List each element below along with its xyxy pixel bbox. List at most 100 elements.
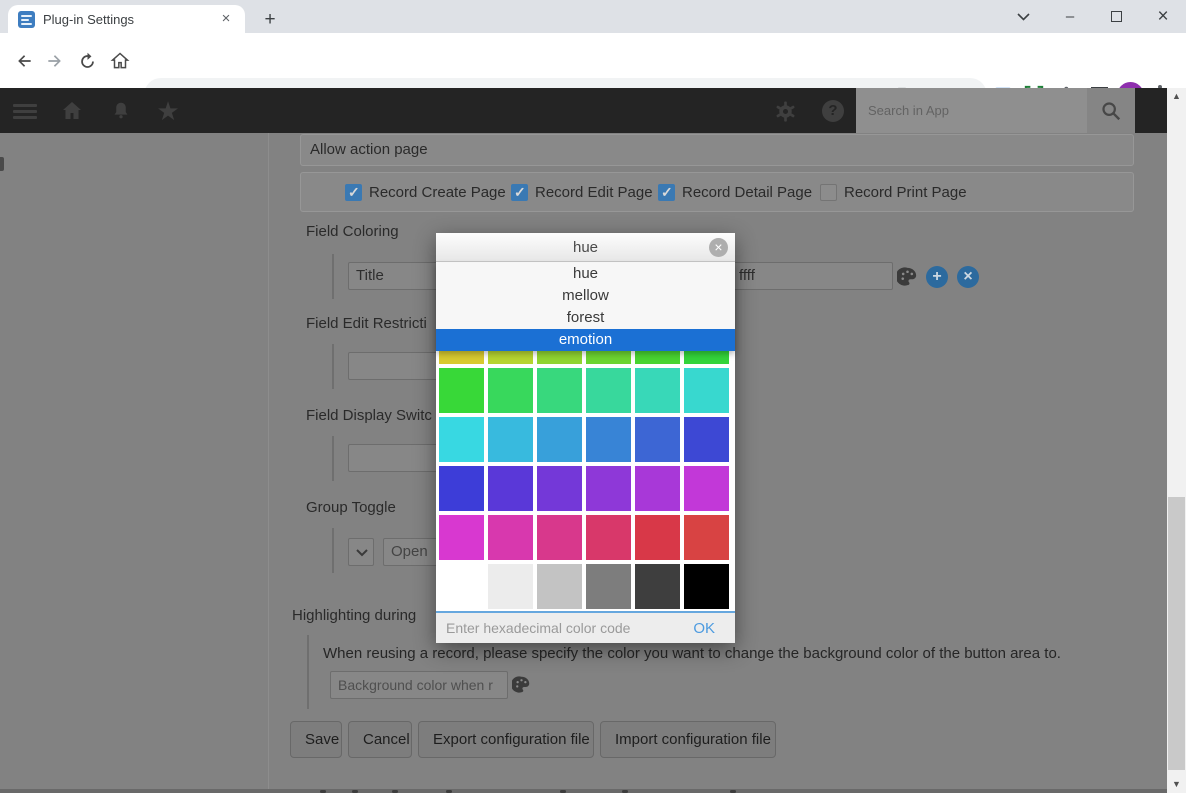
add-row-button[interactable]: + [926, 266, 948, 288]
color-swatch[interactable] [635, 368, 680, 413]
tab-title: Plug-in Settings [43, 12, 217, 27]
checkbox-icon[interactable] [345, 184, 362, 201]
forward-icon[interactable] [41, 47, 69, 75]
scrollbar-up-icon[interactable]: ▲ [1167, 88, 1186, 105]
color-swatch[interactable] [635, 417, 680, 462]
search-button[interactable] [1087, 88, 1135, 133]
preset-option-list: hue mellow forest emotion [436, 263, 735, 351]
field-coloring-label: Field Coloring [306, 223, 399, 240]
hamburger-menu-icon[interactable] [12, 98, 38, 124]
new-tab-button[interactable]: + [258, 8, 282, 32]
maximize-button[interactable] [1093, 0, 1139, 33]
color-swatch[interactable] [488, 515, 533, 560]
checkbox-icon[interactable] [511, 184, 528, 201]
ok-button[interactable]: OK [693, 620, 735, 637]
color-swatch[interactable] [439, 368, 484, 413]
color-swatch[interactable] [537, 417, 582, 462]
color-swatch[interactable] [488, 564, 533, 609]
color-swatch[interactable] [439, 466, 484, 511]
color-swatch[interactable] [537, 466, 582, 511]
highlight-color-input[interactable]: Background color when r [330, 671, 508, 699]
hex-code-input[interactable]: Enter hexadecimal color code [436, 620, 693, 636]
indent-line [332, 254, 334, 299]
page-scrollbar[interactable]: ▲ ▼ [1167, 88, 1186, 793]
app-search-input[interactable] [856, 88, 1087, 133]
help-icon[interactable]: ? [820, 98, 846, 124]
preset-option-emotion[interactable]: emotion [436, 329, 735, 351]
highlighting-description: When reusing a record, please specify th… [323, 645, 1061, 662]
color-swatch[interactable] [439, 417, 484, 462]
indent-line [332, 528, 334, 573]
checkbox-record-detail-page[interactable]: Record Detail Page [658, 184, 812, 201]
browser-toolbar: pandafirm.cybozu.com/k/admin/app/1803/pl… [0, 33, 1186, 88]
group-toggle-field-select[interactable] [348, 538, 374, 566]
color-swatch[interactable] [684, 368, 729, 413]
color-swatch[interactable] [586, 564, 631, 609]
color-swatch[interactable] [635, 466, 680, 511]
color-swatch[interactable] [537, 564, 582, 609]
browser-tab[interactable]: Plug-in Settings × [8, 5, 245, 33]
color-swatch[interactable] [537, 515, 582, 560]
checkbox-record-create-page[interactable]: Record Create Page [345, 184, 506, 201]
window-close-button[interactable]: × [1140, 0, 1186, 33]
tab-strip: Plug-in Settings × + – × [0, 0, 1186, 33]
color-swatch[interactable] [586, 515, 631, 560]
color-picker-title: hue [436, 233, 735, 262]
portal-home-icon[interactable] [59, 98, 85, 124]
back-icon[interactable] [10, 47, 38, 75]
swatch-grid [439, 319, 729, 609]
checkbox-icon[interactable] [820, 184, 837, 201]
checkbox-record-edit-page[interactable]: Record Edit Page [511, 184, 653, 201]
minimize-button[interactable]: – [1047, 0, 1093, 33]
color-swatch[interactable] [488, 466, 533, 511]
preset-option-forest[interactable]: forest [436, 307, 735, 329]
color-swatch[interactable] [684, 466, 729, 511]
color-swatch[interactable] [684, 515, 729, 560]
plugin-favicon-icon [18, 11, 35, 28]
color-swatch[interactable] [488, 368, 533, 413]
scrollbar-thumb[interactable] [1168, 497, 1185, 770]
reload-icon[interactable] [73, 47, 101, 75]
highlighting-label: Highlighting during [292, 607, 416, 624]
allow-action-page-box: Allow action page [300, 134, 1134, 166]
group-toggle-label: Group Toggle [306, 499, 396, 516]
scrollbar-down-icon[interactable]: ▼ [1167, 776, 1186, 793]
color-swatch[interactable] [439, 564, 484, 609]
favorites-star-icon[interactable]: ★ [155, 98, 181, 124]
color-swatch[interactable] [537, 368, 582, 413]
tab-close-icon[interactable]: × [217, 10, 235, 28]
color-palette-icon[interactable] [512, 676, 531, 698]
import-configuration-button[interactable]: Import configuration file [600, 721, 776, 758]
tab-search-chevron-icon[interactable] [1000, 0, 1046, 33]
settings-gear-icon[interactable] [772, 98, 798, 124]
action-page-checkbox-box: Record Create Page Record Edit Page Reco… [300, 172, 1134, 212]
indent-line [307, 635, 309, 709]
checkbox-record-print-page[interactable]: Record Print Page [820, 184, 967, 201]
field-display-switch-label: Field Display Switc [306, 407, 432, 424]
popup-close-icon[interactable]: × [709, 238, 728, 257]
notifications-bell-icon[interactable] [108, 98, 134, 124]
home-icon[interactable] [106, 47, 134, 75]
color-swatch[interactable] [439, 515, 484, 560]
app-header: ★ ? [0, 88, 1167, 133]
browser-window: Plug-in Settings × + – × pandafirm.cyboz… [0, 0, 1186, 793]
color-swatch[interactable] [635, 515, 680, 560]
preset-option-hue[interactable]: hue [436, 263, 735, 285]
color-swatch[interactable] [684, 417, 729, 462]
color-swatch[interactable] [586, 466, 631, 511]
cropped-next-row-fragment [0, 789, 1167, 793]
checkbox-icon[interactable] [658, 184, 675, 201]
export-configuration-button[interactable]: Export configuration file [418, 721, 594, 758]
remove-row-button[interactable]: × [957, 266, 979, 288]
color-swatch[interactable] [635, 564, 680, 609]
popup-footer: Enter hexadecimal color code OK [436, 611, 735, 643]
color-swatch[interactable] [586, 368, 631, 413]
cancel-button[interactable]: Cancel [348, 721, 412, 758]
preset-option-mellow[interactable]: mellow [436, 285, 735, 307]
color-swatch[interactable] [488, 417, 533, 462]
color-swatch[interactable] [586, 417, 631, 462]
color-swatch[interactable] [684, 564, 729, 609]
save-button[interactable]: Save [290, 721, 342, 758]
color-palette-icon[interactable] [897, 267, 918, 291]
color-picker-popup: hue × hue mellow forest emotion Enter he… [436, 233, 735, 643]
